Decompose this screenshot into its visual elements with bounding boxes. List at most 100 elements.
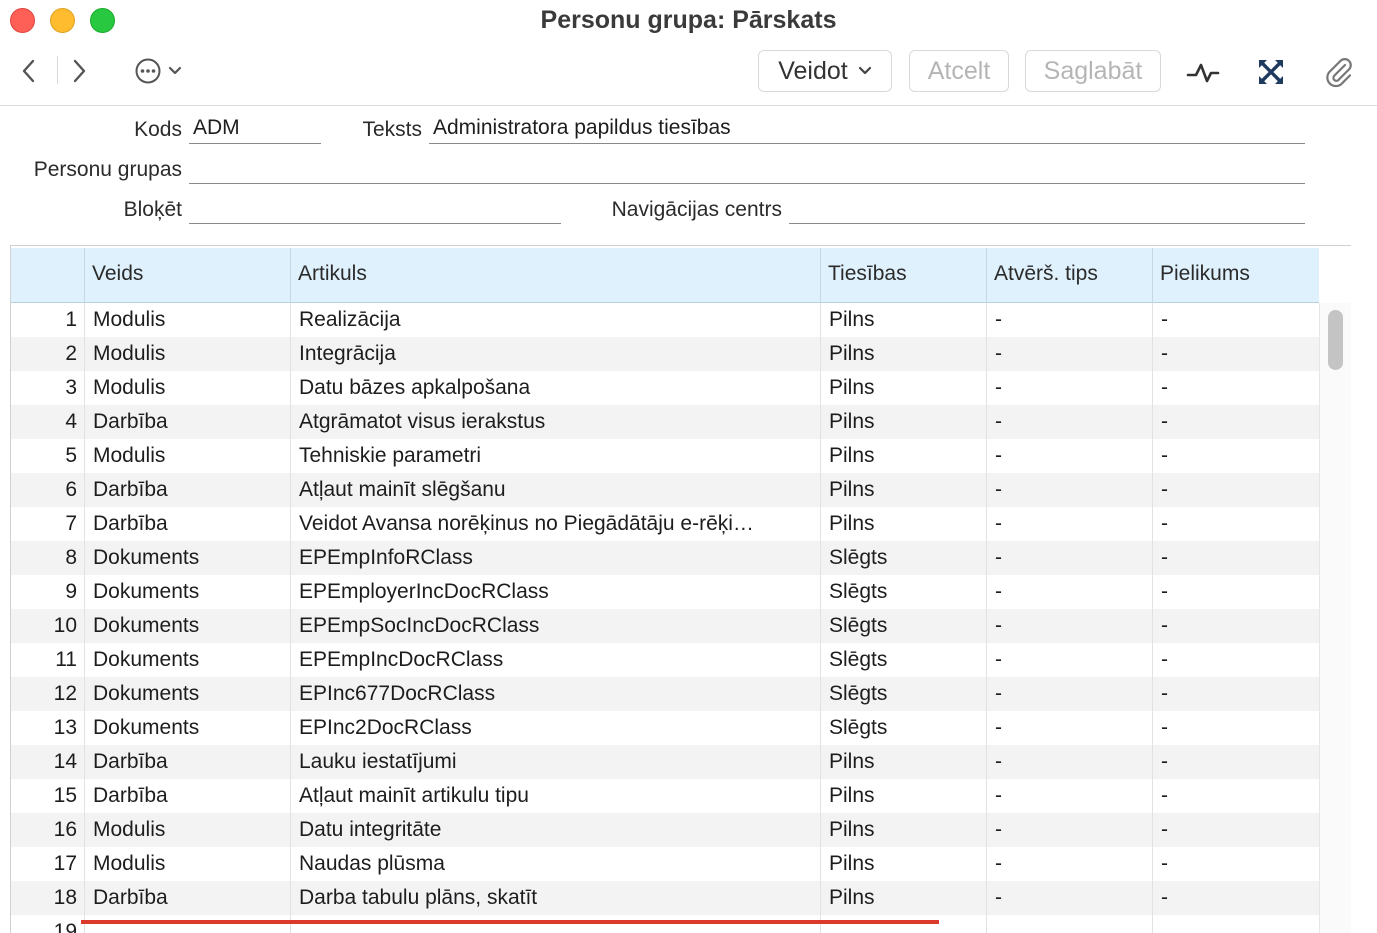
cell-pielikums[interactable]: - bbox=[1161, 405, 1311, 439]
cell-artikuls[interactable]: EPEmpIncDocRClass bbox=[299, 643, 811, 677]
cell-veids[interactable]: Modulis bbox=[93, 813, 283, 847]
table-row[interactable]: 8 Dokuments EPEmpInfoRClass Slēgts - - bbox=[11, 541, 1319, 575]
cell-pielikums[interactable]: - bbox=[1161, 541, 1311, 575]
cell-pielikums[interactable]: - bbox=[1161, 643, 1311, 677]
cell-veids[interactable]: Dokuments bbox=[93, 711, 283, 745]
cell-veids[interactable]: Dokuments bbox=[93, 541, 283, 575]
cell-atvers-tips[interactable] bbox=[995, 915, 1145, 933]
cell-atvers-tips[interactable]: - bbox=[995, 609, 1145, 643]
cell-atvers-tips[interactable]: - bbox=[995, 405, 1145, 439]
cell-veids[interactable]: Dokuments bbox=[93, 575, 283, 609]
column-header-veids[interactable]: Veids bbox=[84, 248, 290, 303]
cell-atvers-tips[interactable]: - bbox=[995, 541, 1145, 575]
column-header-tiesibas[interactable]: Tiesības bbox=[820, 248, 986, 303]
cell-atvers-tips[interactable]: - bbox=[995, 371, 1145, 405]
teksts-field[interactable]: Administratora papildus tiesības bbox=[429, 115, 1305, 144]
cell-row-number[interactable]: 15 bbox=[11, 779, 77, 813]
cell-artikuls[interactable]: Atļaut mainīt artikulu tipu bbox=[299, 779, 811, 813]
cell-artikuls[interactable]: Datu integritāte bbox=[299, 813, 811, 847]
cell-pielikums[interactable]: - bbox=[1161, 337, 1311, 371]
bloket-field[interactable] bbox=[189, 195, 561, 224]
table-row[interactable]: 11 Dokuments EPEmpIncDocRClass Slēgts - - bbox=[11, 643, 1319, 677]
column-header-pielikums[interactable]: Pielikums bbox=[1152, 248, 1319, 303]
cell-artikuls[interactable]: Naudas plūsma bbox=[299, 847, 811, 881]
cell-atvers-tips[interactable]: - bbox=[995, 575, 1145, 609]
cell-pielikums[interactable]: - bbox=[1161, 881, 1311, 915]
cell-veids[interactable]: Darbība bbox=[93, 745, 283, 779]
cell-artikuls[interactable]: EPEmpSocIncDocRClass bbox=[299, 609, 811, 643]
cell-tiesibas[interactable]: Pilns bbox=[829, 405, 979, 439]
cell-pielikums[interactable] bbox=[1161, 915, 1311, 933]
cell-atvers-tips[interactable]: - bbox=[995, 337, 1145, 371]
cell-artikuls[interactable]: Lauku iestatījumi bbox=[299, 745, 811, 779]
cell-row-number[interactable]: 2 bbox=[11, 337, 77, 371]
cell-row-number[interactable]: 6 bbox=[11, 473, 77, 507]
cell-row-number[interactable]: 1 bbox=[11, 303, 77, 337]
cell-row-number[interactable]: 7 bbox=[11, 507, 77, 541]
cell-row-number[interactable]: 11 bbox=[11, 643, 77, 677]
cell-artikuls[interactable]: Darba tabulu plāns, skatīt bbox=[299, 881, 811, 915]
kods-field[interactable]: ADM bbox=[189, 115, 321, 144]
cell-tiesibas[interactable]: Pilns bbox=[829, 303, 979, 337]
cell-tiesibas[interactable]: Pilns bbox=[829, 507, 979, 541]
table-row[interactable]: 4 Darbība Atgrāmatot visus ierakstus Pilns -… bbox=[11, 405, 1319, 439]
cell-pielikums[interactable]: - bbox=[1161, 711, 1311, 745]
cell-atvers-tips[interactable]: - bbox=[995, 745, 1145, 779]
table-row[interactable]: 5 Modulis Tehniskie parametri Pilns - - bbox=[11, 439, 1319, 473]
attachment-button[interactable] bbox=[1321, 54, 1357, 90]
cell-atvers-tips[interactable]: - bbox=[995, 779, 1145, 813]
cell-artikuls[interactable]: Atgrāmatot visus ierakstus bbox=[299, 405, 811, 439]
cell-veids[interactable]: Modulis bbox=[93, 337, 283, 371]
cell-artikuls[interactable]: Realizācija bbox=[299, 303, 811, 337]
cell-row-number[interactable]: 5 bbox=[11, 439, 77, 473]
cell-atvers-tips[interactable]: - bbox=[995, 473, 1145, 507]
cell-pielikums[interactable]: - bbox=[1161, 303, 1311, 337]
cell-atvers-tips[interactable]: - bbox=[995, 643, 1145, 677]
table-row[interactable]: 3 Modulis Datu bāzes apkalpošana Pilns - - bbox=[11, 371, 1319, 405]
table-row[interactable]: 1 Modulis Realizācija Pilns - - bbox=[11, 303, 1319, 337]
cell-pielikums[interactable]: - bbox=[1161, 507, 1311, 541]
cell-row-number[interactable]: 17 bbox=[11, 847, 77, 881]
table-row[interactable]: 17 Modulis Naudas plūsma Pilns - - bbox=[11, 847, 1319, 881]
cell-pielikums[interactable]: - bbox=[1161, 473, 1311, 507]
cell-atvers-tips[interactable]: - bbox=[995, 439, 1145, 473]
cell-pielikums[interactable]: - bbox=[1161, 779, 1311, 813]
cell-veids[interactable]: Darbība bbox=[93, 507, 283, 541]
cell-artikuls[interactable]: Atļaut mainīt slēgšanu bbox=[299, 473, 811, 507]
cell-atvers-tips[interactable]: - bbox=[995, 881, 1145, 915]
cell-tiesibas[interactable]: Slēgts bbox=[829, 711, 979, 745]
saglabat-button[interactable]: Saglabāt bbox=[1025, 50, 1161, 92]
cell-veids[interactable] bbox=[93, 915, 283, 933]
cell-veids[interactable]: Darbība bbox=[93, 779, 283, 813]
cell-tiesibas[interactable]: Slēgts bbox=[829, 609, 979, 643]
cell-row-number[interactable]: 16 bbox=[11, 813, 77, 847]
more-actions-menu[interactable] bbox=[134, 56, 198, 86]
table-row[interactable]: 2 Modulis Integrācija Pilns - - bbox=[11, 337, 1319, 371]
cell-tiesibas[interactable]: Pilns bbox=[829, 779, 979, 813]
cell-row-number[interactable]: 10 bbox=[11, 609, 77, 643]
table-row[interactable]: 19 bbox=[11, 915, 1319, 933]
cell-atvers-tips[interactable]: - bbox=[995, 711, 1145, 745]
scrollbar-thumb[interactable] bbox=[1328, 310, 1343, 370]
cell-artikuls[interactable]: EPEmpInfoRClass bbox=[299, 541, 811, 575]
table-row[interactable]: 18 Darbība Darba tabulu plāns, skatīt Pilns… bbox=[11, 881, 1319, 915]
cell-tiesibas[interactable]: Pilns bbox=[829, 881, 979, 915]
table-row[interactable]: 14 Darbība Lauku iestatījumi Pilns - - bbox=[11, 745, 1319, 779]
column-header-number[interactable] bbox=[11, 248, 84, 303]
cell-veids[interactable]: Dokuments bbox=[93, 677, 283, 711]
column-header-artikuls[interactable]: Artikuls bbox=[290, 248, 820, 303]
cell-veids[interactable]: Dokuments bbox=[93, 609, 283, 643]
cell-atvers-tips[interactable]: - bbox=[995, 847, 1145, 881]
cell-pielikums[interactable]: - bbox=[1161, 813, 1311, 847]
back-button[interactable] bbox=[14, 54, 44, 88]
cell-veids[interactable]: Modulis bbox=[93, 303, 283, 337]
cell-row-number[interactable]: 13 bbox=[11, 711, 77, 745]
table-row[interactable]: 9 Dokuments EPEmployerIncDocRClass Slēgts - - bbox=[11, 575, 1319, 609]
navigacijas-centrs-field[interactable] bbox=[789, 195, 1305, 224]
table-row[interactable]: 10 Dokuments EPEmpSocIncDocRClass Slēgts - - bbox=[11, 609, 1319, 643]
table-row[interactable]: 16 Modulis Datu integritāte Pilns - - bbox=[11, 813, 1319, 847]
cell-veids[interactable]: Dokuments bbox=[93, 643, 283, 677]
cell-artikuls[interactable]: Datu bāzes apkalpošana bbox=[299, 371, 811, 405]
cell-pielikums[interactable]: - bbox=[1161, 609, 1311, 643]
cell-row-number[interactable]: 9 bbox=[11, 575, 77, 609]
